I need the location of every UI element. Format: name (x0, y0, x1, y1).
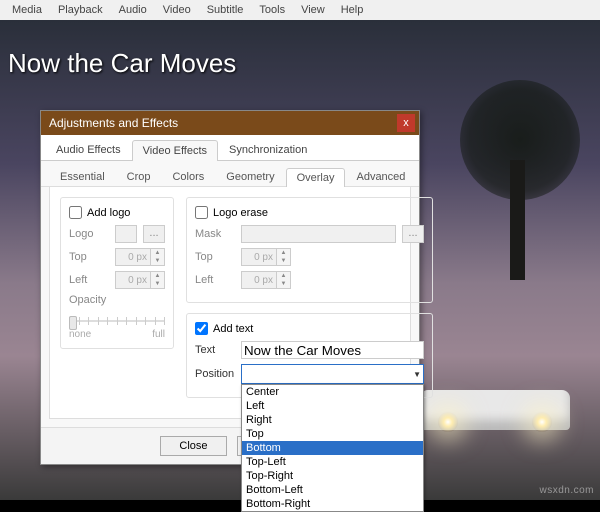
subtab-crop[interactable]: Crop (116, 167, 162, 186)
logo-erase-label: Logo erase (213, 207, 268, 219)
subtab-advanced[interactable]: Advanced (345, 167, 416, 186)
option-top[interactable]: Top (242, 427, 423, 441)
logo-left-label: Left (69, 274, 109, 286)
option-top-left[interactable]: Top-Left (242, 455, 423, 469)
logo-browse-button[interactable]: ... (143, 225, 165, 243)
option-bottom-right[interactable]: Bottom-Right (242, 497, 423, 511)
chevron-up-icon[interactable]: ▲ (277, 249, 290, 257)
tab-synchronization[interactable]: Synchronization (218, 139, 318, 160)
close-button[interactable]: Close (160, 436, 226, 456)
add-logo-checkbox[interactable] (69, 206, 82, 219)
effects-dialog: Adjustments and Effects x Audio Effects … (40, 110, 420, 465)
text-input[interactable] (241, 341, 424, 359)
mask-path-input[interactable] (241, 225, 396, 243)
subtab-colors[interactable]: Colors (161, 167, 215, 186)
chevron-down-icon[interactable]: ▼ (277, 280, 290, 288)
opacity-label: Opacity (69, 294, 109, 306)
tab-video-effects[interactable]: Video Effects (132, 140, 218, 161)
menu-audio[interactable]: Audio (119, 4, 147, 16)
add-logo-label: Add logo (87, 207, 130, 219)
position-label: Position (195, 368, 235, 380)
menu-tools[interactable]: Tools (259, 4, 285, 16)
sub-tabs: Essential Crop Colors Geometry Overlay A… (41, 161, 419, 187)
chevron-down-icon[interactable]: ▼ (277, 257, 290, 265)
scenery-tree (450, 80, 590, 280)
menubar: Media Playback Audio Video Subtitle Tool… (0, 0, 600, 20)
option-top-right[interactable]: Top-Right (242, 469, 423, 483)
add-text-checkbox[interactable] (195, 322, 208, 335)
logo-erase-checkbox[interactable] (195, 206, 208, 219)
logo-top-spinner[interactable]: 0 px ▲▼ (115, 248, 165, 266)
option-bottom-left[interactable]: Bottom-Left (242, 483, 423, 497)
add-text-group: Add text Text Position ▼ Center Left (186, 313, 433, 398)
chevron-up-icon[interactable]: ▲ (151, 249, 164, 257)
mask-label: Mask (195, 228, 235, 240)
menu-subtitle[interactable]: Subtitle (207, 4, 244, 16)
main-tabs: Audio Effects Video Effects Synchronizat… (41, 135, 419, 161)
menu-help[interactable]: Help (341, 4, 364, 16)
erase-top-spinner[interactable]: 0 px ▲▼ (241, 248, 291, 266)
add-text-label: Add text (213, 323, 253, 335)
tab-audio-effects[interactable]: Audio Effects (45, 139, 132, 160)
watermark: wsxdn.com (539, 485, 594, 496)
erase-left-spinner[interactable]: 0 px ▲▼ (241, 271, 291, 289)
menu-media[interactable]: Media (12, 4, 42, 16)
add-logo-group: Add logo Logo ... Top 0 px ▲▼ Left (60, 197, 174, 349)
text-label: Text (195, 344, 235, 356)
logo-erase-group: Logo erase Mask ... Top 0 px ▲▼ Left (186, 197, 433, 303)
chevron-down-icon[interactable]: ▼ (151, 280, 164, 288)
dialog-titlebar[interactable]: Adjustments and Effects x (41, 111, 419, 135)
chevron-up-icon[interactable]: ▲ (277, 272, 290, 280)
subtab-overlay[interactable]: Overlay (286, 168, 346, 187)
menu-video[interactable]: Video (163, 4, 191, 16)
position-dropdown: Center Left Right Top Bottom Top-Left To… (241, 384, 424, 512)
logo-top-label: Top (69, 251, 109, 263)
chevron-up-icon[interactable]: ▲ (151, 272, 164, 280)
option-left[interactable]: Left (242, 399, 423, 413)
option-bottom[interactable]: Bottom (242, 441, 423, 455)
dialog-title-text: Adjustments and Effects (49, 116, 178, 130)
subtab-geometry[interactable]: Geometry (215, 167, 285, 186)
subtab-essential[interactable]: Essential (49, 167, 116, 186)
position-select[interactable]: ▼ (241, 364, 424, 384)
menu-view[interactable]: View (301, 4, 325, 16)
scenery-car (420, 390, 570, 440)
opacity-slider[interactable] (69, 311, 165, 331)
erase-top-label: Top (195, 251, 235, 263)
logo-left-spinner[interactable]: 0 px ▲▼ (115, 271, 165, 289)
close-icon[interactable]: x (397, 114, 415, 132)
logo-path-input[interactable] (115, 225, 137, 243)
menu-playback[interactable]: Playback (58, 4, 103, 16)
dropdown-arrow-icon: ▼ (413, 370, 421, 379)
erase-left-label: Left (195, 274, 235, 286)
logo-label: Logo (69, 228, 109, 240)
video-overlay-text: Now the Car Moves (8, 48, 236, 79)
mask-browse-button[interactable]: ... (402, 225, 424, 243)
chevron-down-icon[interactable]: ▼ (151, 257, 164, 265)
option-center[interactable]: Center (242, 385, 423, 399)
overlay-panel: Add logo Logo ... Top 0 px ▲▼ Left (49, 187, 411, 419)
option-right[interactable]: Right (242, 413, 423, 427)
